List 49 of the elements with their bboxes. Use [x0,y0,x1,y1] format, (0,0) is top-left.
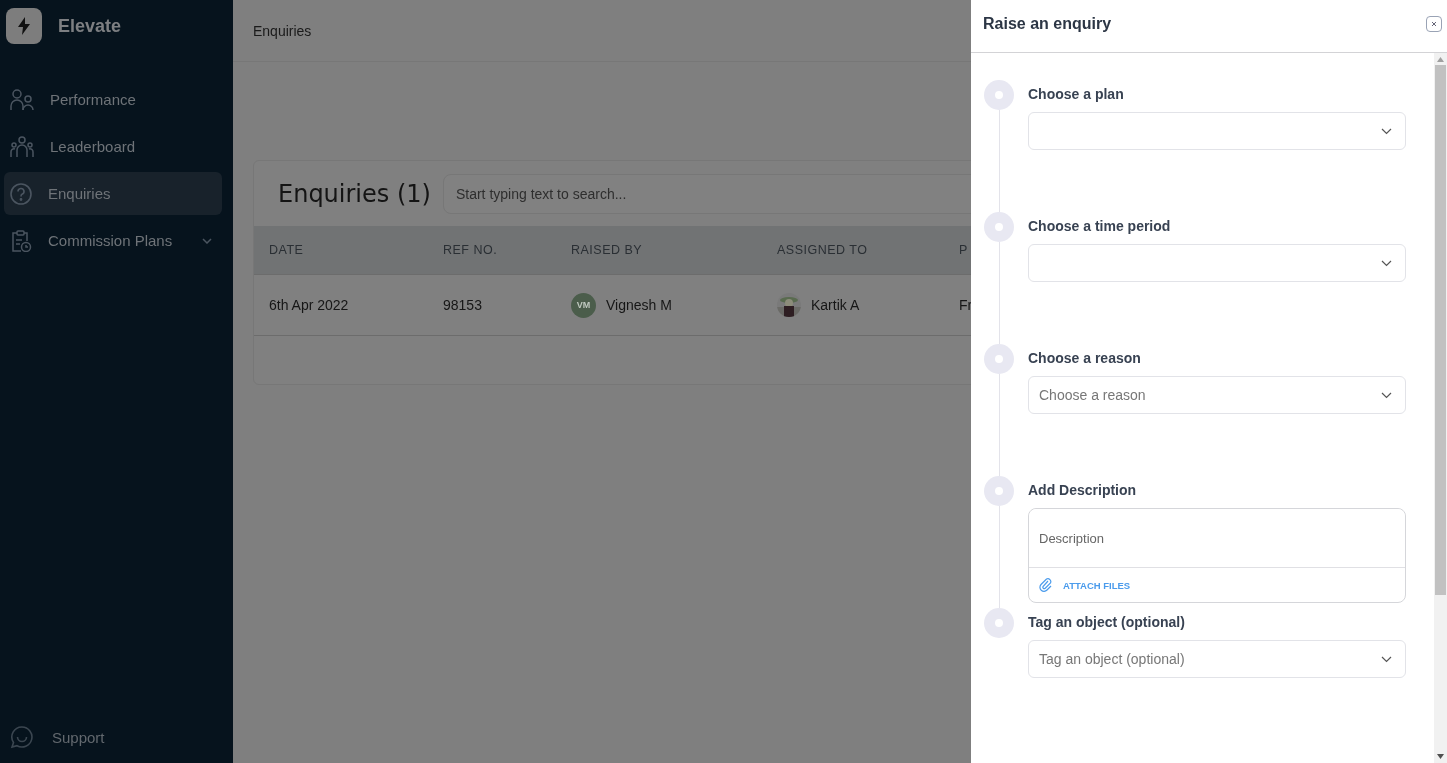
chevron-down-icon [1381,655,1392,663]
search-field[interactable]: Start typing text to search... [442,174,971,214]
column-header: DATE [269,243,305,257]
dropdown[interactable] [1028,112,1406,150]
attach-files-link[interactable]: ATTACH FILES [1063,579,1131,591]
help-icon [10,182,32,205]
paperclip-icon [1039,578,1053,592]
clipboard-clock-icon [10,229,32,252]
field-label: Add Description [1028,482,1138,498]
team-icon [10,135,34,158]
field-label: Choose a time period [1028,218,1172,234]
sidebar-item[interactable]: Commission Plans [4,219,222,262]
scroll-down-icon[interactable] [1437,754,1444,759]
chevron-down-icon [202,237,212,244]
sidebar-item[interactable]: Leaderboard [4,125,222,168]
field-label: Choose a reason [1028,350,1142,366]
chevron-down-icon [1381,127,1392,135]
bolt-logo-icon [6,8,42,44]
column-header: RAISED BY [571,243,644,257]
sidebar-item[interactable]: Performance [4,78,222,121]
description-field[interactable]: Description [1029,509,1405,568]
brand-name: Elevate [58,15,122,37]
field-label: Tag an object (optional) [1028,614,1186,630]
column-header: ASSIGNED TO [777,243,869,257]
column-header: REF NO. [443,243,499,257]
field-label: Choose a plan [1028,86,1125,102]
table-cell-text: 6th Apr 2022 [269,297,350,313]
chat-smile-icon [10,725,34,749]
table-cell: Kartik A [811,297,860,313]
chevron-down-icon [1381,391,1392,399]
avatar: VM [571,292,596,318]
people-icon [10,88,34,111]
table-cell: Vignesh M [606,297,672,313]
chevron-down-icon [1381,259,1392,267]
scroll-up-icon[interactable] [1437,57,1444,62]
card-title: Enquiries (1) [278,180,431,208]
close-icon [1431,21,1437,27]
scrollbar[interactable] [1434,53,1447,763]
drawer-title: Raise an enquiry [983,15,1112,33]
dropdown[interactable] [1028,244,1406,282]
sidebar-item[interactable]: Enquiries [4,172,222,215]
page-title: Enquiries [253,22,312,39]
dropdown[interactable]: Tag an object (optional) [1028,640,1406,678]
table-cell-text: 98153 [443,297,483,313]
support-link[interactable]: Support [10,725,233,749]
column-header: P [959,243,968,257]
close-button[interactable] [1426,16,1442,32]
dropdown[interactable]: Choose a reason [1028,376,1406,414]
description-box[interactable]: Description ATTACH FILES [1028,508,1406,603]
